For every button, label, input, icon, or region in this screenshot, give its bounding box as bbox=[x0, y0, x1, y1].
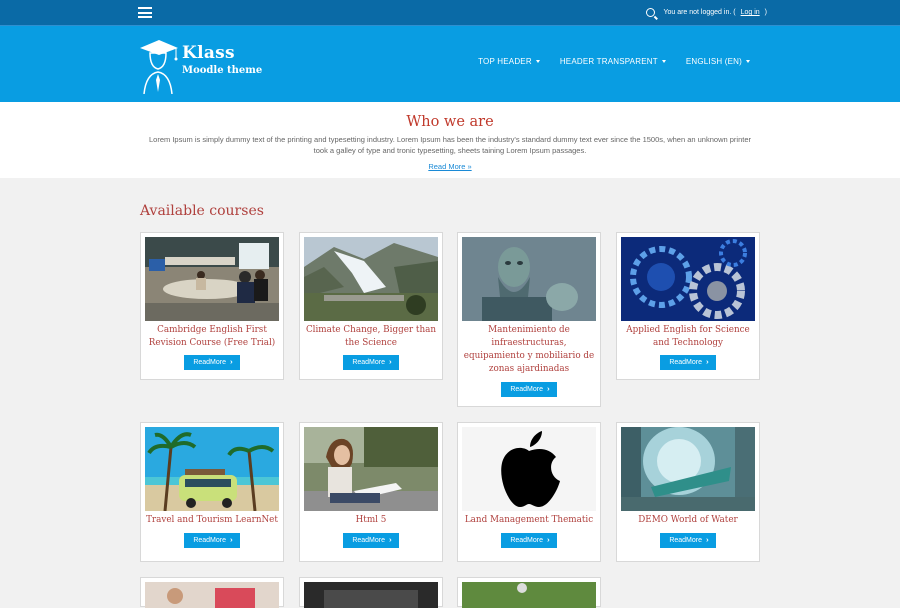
double-chevron-right-icon: ›› bbox=[547, 537, 549, 544]
nav-header-transparent[interactable]: HEADER TRANSPARENT bbox=[560, 57, 666, 66]
courses-title: Available courses bbox=[140, 203, 264, 219]
read-more-button[interactable]: ReadMore ›› bbox=[501, 382, 557, 397]
course-image-glacier bbox=[304, 237, 438, 321]
login-link[interactable]: Log in bbox=[741, 9, 760, 16]
login-status-text: You are not logged in. ( bbox=[663, 9, 736, 16]
course-image-statue bbox=[462, 237, 596, 321]
course-card[interactable]: Travel and Tourism LearnNet ReadMore ›› bbox=[140, 422, 284, 562]
course-card[interactable]: Climate Change, Bigger than the Science … bbox=[299, 232, 443, 380]
button-label: ReadMore bbox=[193, 359, 226, 366]
course-image-gears bbox=[621, 237, 755, 321]
course-title[interactable]: Cambridge English First Revision Course … bbox=[145, 324, 279, 350]
read-more-button[interactable]: ReadMore ›› bbox=[343, 355, 399, 370]
button-label: ReadMore bbox=[352, 537, 385, 544]
nav-language[interactable]: ENGLISH (EN) bbox=[686, 57, 750, 66]
read-more-button[interactable]: ReadMore ›› bbox=[501, 533, 557, 548]
login-status-close: ) bbox=[764, 9, 767, 16]
about-section: Who we are Lorem Ipsum is simply dummy t… bbox=[0, 102, 900, 178]
button-label: ReadMore bbox=[193, 537, 226, 544]
course-title[interactable]: Climate Change, Bigger than the Science bbox=[304, 324, 438, 350]
search-icon[interactable] bbox=[646, 8, 656, 17]
site-header: Klass Moodle theme TOP HEADER HEADER TRA… bbox=[0, 26, 900, 102]
about-title: Who we are bbox=[406, 114, 494, 130]
double-chevron-right-icon: ›› bbox=[230, 537, 232, 544]
course-card[interactable] bbox=[457, 577, 601, 608]
double-chevron-right-icon: ›› bbox=[706, 359, 708, 366]
course-card[interactable]: Land Management Thematic ReadMore ›› bbox=[457, 422, 601, 562]
course-image-beach-van bbox=[145, 427, 279, 511]
course-title[interactable]: Travel and Tourism LearnNet bbox=[145, 514, 279, 527]
course-image-partial bbox=[462, 582, 596, 608]
double-chevron-right-icon: ›› bbox=[389, 537, 391, 544]
course-card[interactable]: DEMO World of Water ReadMore ›› bbox=[616, 422, 760, 562]
caret-down-icon bbox=[661, 60, 666, 63]
read-more-button[interactable]: ReadMore ›› bbox=[660, 533, 716, 548]
course-title[interactable]: DEMO World of Water bbox=[621, 514, 755, 527]
brand-title: Klass bbox=[182, 43, 235, 63]
caret-down-icon bbox=[746, 60, 750, 63]
double-chevron-right-icon: ›› bbox=[706, 537, 708, 544]
course-title[interactable]: Land Management Thematic bbox=[462, 514, 596, 527]
course-image-apple-logo bbox=[462, 427, 596, 511]
about-text: Lorem Ipsum is simply dummy text of the … bbox=[148, 135, 751, 155]
site-logo[interactable]: Klass Moodle theme bbox=[138, 36, 263, 95]
course-card[interactable]: Cambridge English First Revision Course … bbox=[140, 232, 284, 380]
button-label: ReadMore bbox=[510, 386, 543, 393]
course-card[interactable]: Html 5 ReadMore ›› bbox=[299, 422, 443, 562]
button-label: ReadMore bbox=[352, 359, 385, 366]
button-label: ReadMore bbox=[669, 537, 702, 544]
login-area: You are not logged in. ( Log in) bbox=[646, 8, 767, 17]
course-title[interactable]: Mantenimiento de infraestructuras, equip… bbox=[462, 324, 596, 376]
double-chevron-right-icon: ›› bbox=[230, 359, 232, 366]
graduate-figure-icon bbox=[138, 36, 180, 95]
read-more-button[interactable]: ReadMore ›› bbox=[184, 533, 240, 548]
read-more-button[interactable]: ReadMore ›› bbox=[660, 355, 716, 370]
menu-icon[interactable] bbox=[138, 7, 152, 18]
course-image-classroom bbox=[145, 237, 279, 321]
nav-label: ENGLISH (EN) bbox=[685, 57, 742, 66]
course-card[interactable]: Mantenimiento de infraestructuras, equip… bbox=[457, 232, 601, 407]
button-label: ReadMore bbox=[510, 537, 543, 544]
course-title[interactable]: Html 5 bbox=[304, 514, 438, 527]
nav-label: TOP HEADER bbox=[478, 57, 532, 66]
read-more-button[interactable]: ReadMore ›› bbox=[343, 533, 399, 548]
nav-label: HEADER TRANSPARENT bbox=[559, 57, 658, 66]
course-image-underwater bbox=[621, 427, 755, 511]
top-bar: You are not logged in. ( Log in) bbox=[0, 0, 900, 26]
course-card[interactable] bbox=[140, 577, 284, 608]
nav-top-header[interactable]: TOP HEADER bbox=[478, 57, 540, 66]
course-title[interactable]: Applied English for Science and Technolo… bbox=[621, 324, 755, 350]
course-card[interactable] bbox=[299, 577, 443, 608]
caret-down-icon bbox=[535, 60, 540, 63]
main-nav: TOP HEADER HEADER TRANSPARENT ENGLISH (E… bbox=[478, 57, 750, 66]
brand-subtitle: Moodle theme bbox=[182, 65, 263, 76]
double-chevron-right-icon: ›› bbox=[547, 386, 549, 393]
course-image-partial bbox=[304, 582, 438, 608]
double-chevron-right-icon: ›› bbox=[389, 359, 391, 366]
about-read-more-link[interactable]: Read More » bbox=[428, 162, 471, 171]
course-image-partial bbox=[145, 582, 279, 608]
read-more-button[interactable]: ReadMore ›› bbox=[184, 355, 240, 370]
course-image-laptop-woman bbox=[304, 427, 438, 511]
course-card[interactable]: Applied English for Science and Technolo… bbox=[616, 232, 760, 380]
button-label: ReadMore bbox=[669, 359, 702, 366]
